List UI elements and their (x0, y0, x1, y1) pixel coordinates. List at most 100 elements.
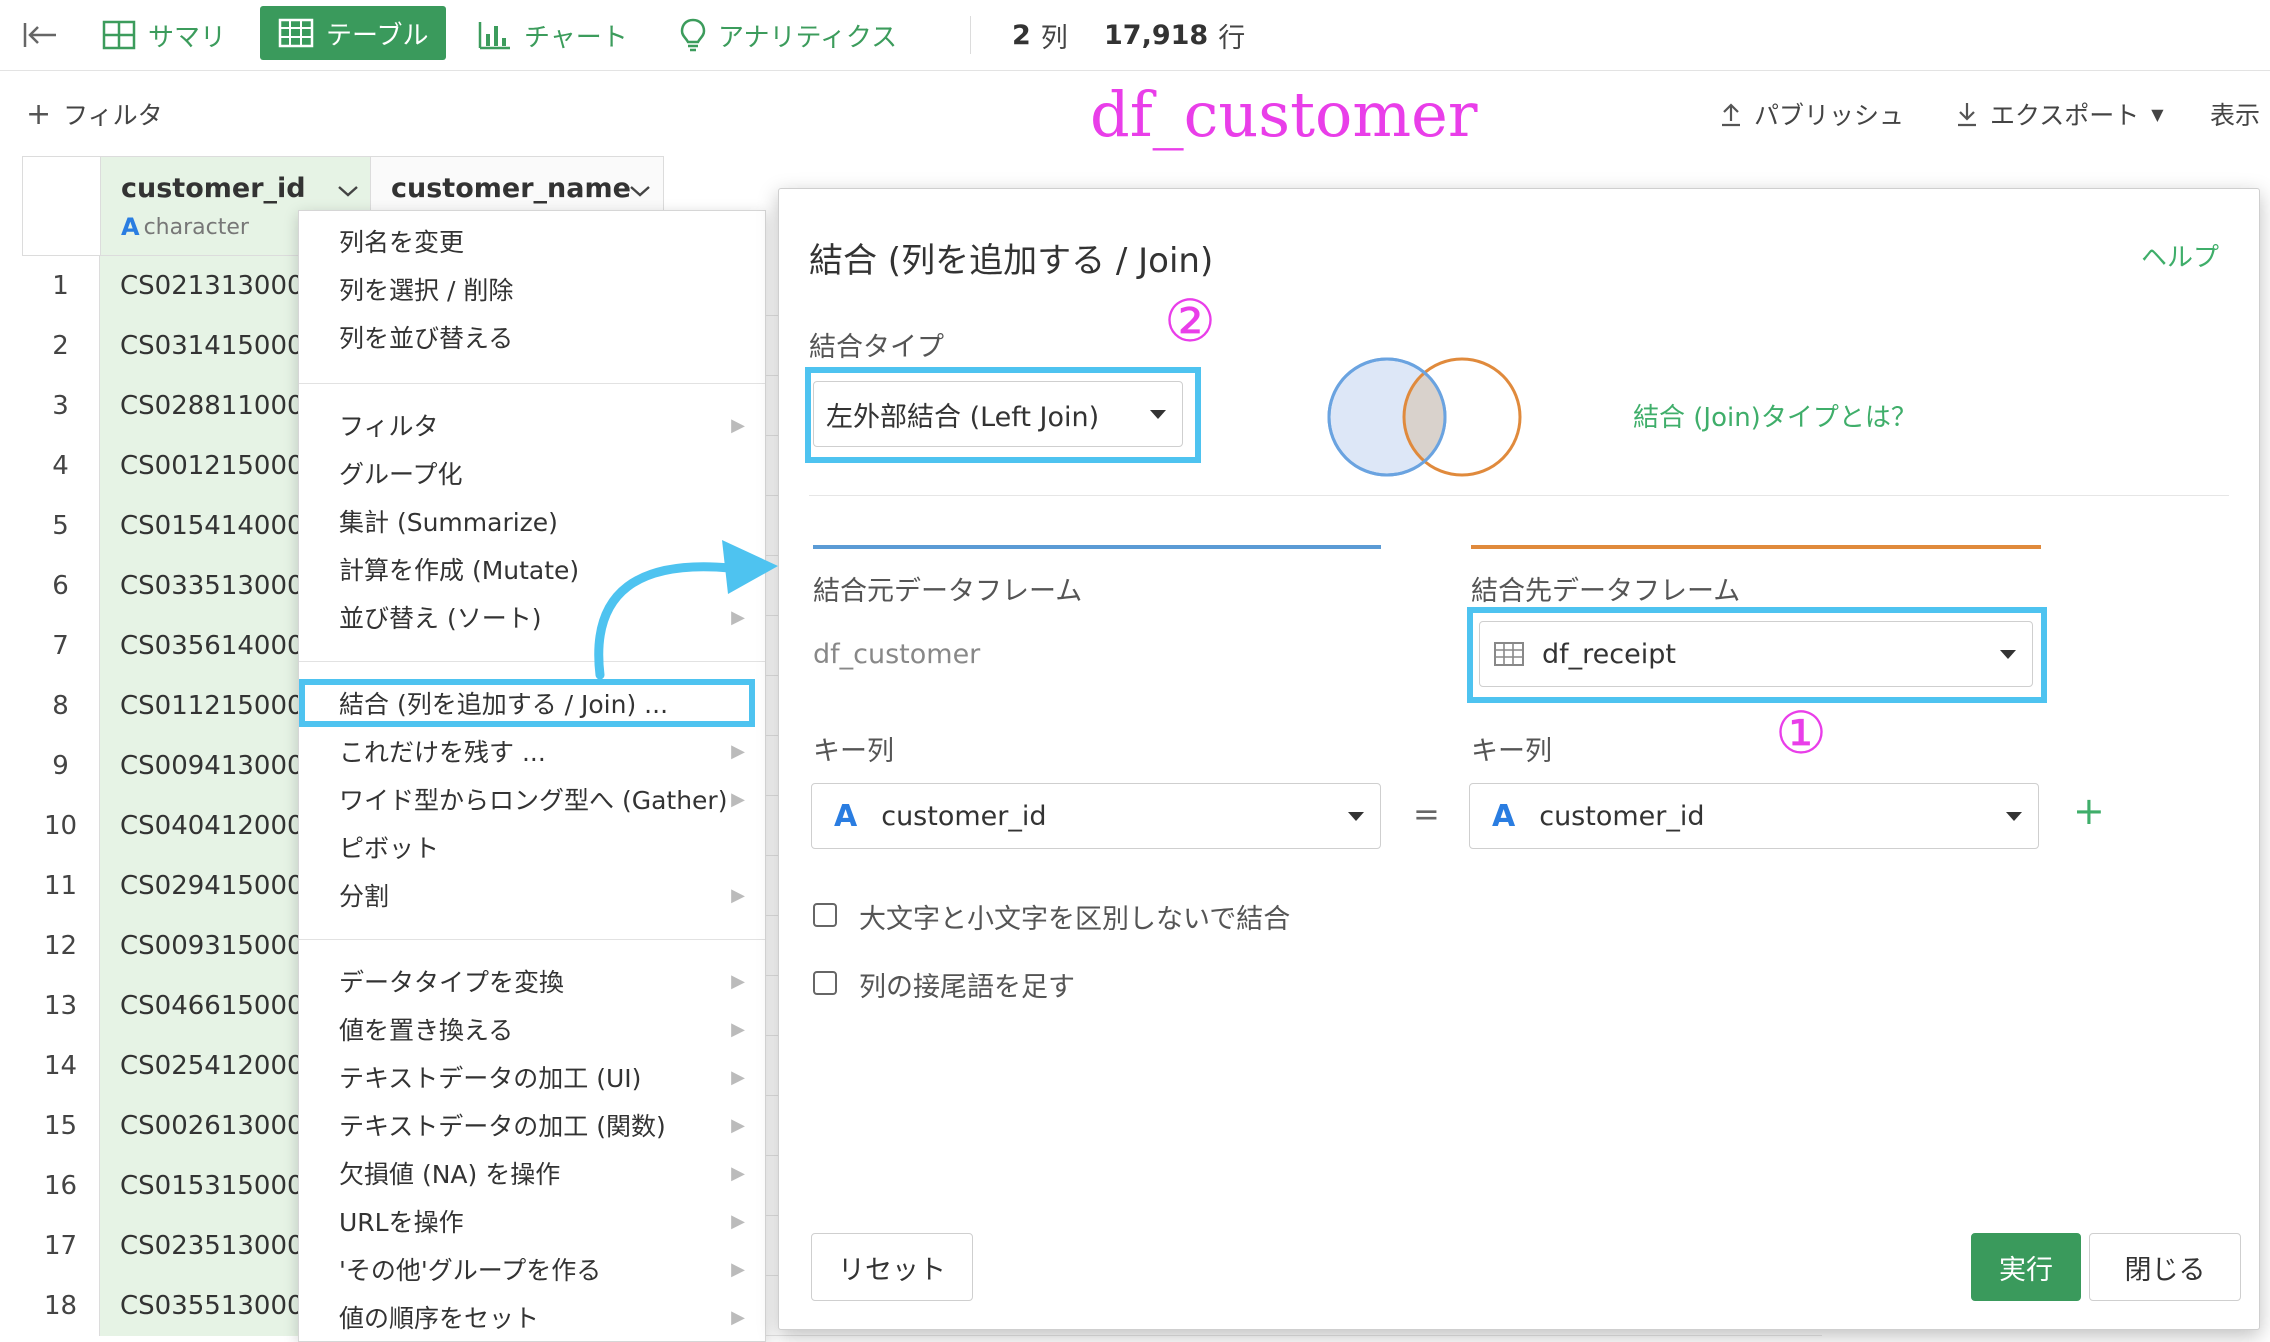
row-count-value: 17,918 (1104, 19, 1209, 51)
tab-table-label: テーブル (326, 20, 429, 51)
case-insensitive-checkbox[interactable] (813, 903, 837, 927)
row-number: 14 (22, 1036, 100, 1096)
column-count-unit: 列 (1040, 22, 1068, 54)
menu-item-label: 計算を作成 (Mutate) (339, 556, 580, 585)
menu-item-label: 列を選択 / 削除 (339, 276, 514, 305)
toolbar-divider (970, 16, 971, 54)
dialog-title: 結合 (列を追加する / Join) (809, 241, 1214, 281)
menu-divider (299, 383, 765, 384)
highlight-box-join-type (805, 367, 1201, 463)
tab-chart[interactable]: チャート (478, 0, 628, 70)
annotation-marker-1: ① (1775, 699, 1827, 767)
character-type-icon: A (834, 798, 858, 834)
target-dataframe-label: 結合先データフレーム (1471, 576, 1741, 607)
close-button[interactable]: 閉じる (2089, 1233, 2241, 1301)
menu-item[interactable]: フィルタ ▶ (299, 401, 765, 449)
row-count-unit: 行 (1218, 22, 1246, 54)
highlight-box-target (1467, 607, 2047, 703)
reset-button[interactable]: リセット (811, 1233, 973, 1301)
menu-item[interactable]: 'その他'グループを作る ▶ (299, 1245, 765, 1293)
table-icon (278, 18, 314, 48)
menu-item-label: これだけを残す ... (339, 738, 546, 767)
menu-item-label: URLを操作 (339, 1208, 464, 1237)
source-key-value: customer_id (881, 800, 1047, 832)
tab-table[interactable]: テーブル (260, 6, 447, 60)
submenu-arrow-icon: ▶ (731, 1306, 745, 1328)
menu-item-label: データタイプを変換 (339, 968, 565, 997)
tab-analytics-label: アナリティクス (718, 22, 898, 53)
column-type-label: character (143, 214, 249, 240)
row-number: 1 (22, 256, 100, 316)
submenu-arrow-icon: ▶ (731, 1066, 745, 1088)
submenu-arrow-icon: ▶ (731, 1018, 745, 1040)
menu-item[interactable]: 値を置き換える ▶ (299, 1005, 765, 1053)
export-button[interactable]: エクスポート ▼ (1956, 72, 2164, 156)
target-key-select[interactable]: A customer_id (1469, 783, 2039, 849)
row-number: 4 (22, 436, 100, 496)
chevron-down-icon[interactable] (337, 179, 359, 203)
menu-item[interactable]: 列を選択 / 削除 (299, 265, 765, 313)
submenu-arrow-icon: ▶ (731, 414, 745, 436)
menu-item[interactable]: テキストデータの加工 (関数) ▶ (299, 1101, 765, 1149)
submenu-arrow-icon: ▶ (731, 1162, 745, 1184)
display-menu-button[interactable]: 表示 (2210, 72, 2260, 156)
column-name: customer_name (391, 173, 631, 204)
publish-button[interactable]: パブリッシュ (1720, 72, 1904, 156)
collapse-sidebar-button[interactable] (22, 0, 58, 70)
row-number: 7 (22, 616, 100, 676)
column-type: A character (121, 213, 249, 241)
key-column-label-left: キー列 (813, 736, 894, 767)
submenu-arrow-icon: ▶ (731, 970, 745, 992)
row-number: 12 (22, 916, 100, 976)
export-label: エクスポート (1990, 101, 2140, 130)
row-number: 8 (22, 676, 100, 736)
menu-item[interactable]: 列を並び替える (299, 313, 765, 361)
equals-sign: = (1413, 795, 1440, 833)
row-number: 18 (22, 1276, 100, 1336)
chevron-down-icon[interactable] (629, 179, 651, 203)
lightbulb-icon (680, 18, 706, 52)
row-number: 10 (22, 796, 100, 856)
join-dialog: 結合 (列を追加する / Join) ヘルプ 結合タイプ ② 左外部結合 (Le… (778, 188, 2260, 1330)
submenu-arrow-icon: ▶ (731, 1210, 745, 1232)
menu-item-label: 集計 (Summarize) (339, 508, 558, 537)
menu-item-label: 欠損値 (NA) を操作 (339, 1160, 561, 1189)
run-button[interactable]: 実行 (1971, 1233, 2081, 1301)
tab-summary[interactable]: サマリ (102, 0, 226, 70)
submenu-arrow-icon: ▶ (731, 1258, 745, 1280)
menu-item-label: 列を並び替える (339, 324, 514, 353)
menu-item[interactable]: 分割 ▶ (299, 871, 765, 919)
key-column-label-right: キー列 (1471, 736, 1552, 767)
menu-item[interactable]: テキストデータの加工 (UI) ▶ (299, 1053, 765, 1101)
menu-item-label: テキストデータの加工 (関数) (339, 1112, 666, 1141)
menu-item[interactable]: 欠損値 (NA) を操作 ▶ (299, 1149, 765, 1197)
help-link[interactable]: ヘルプ (2141, 237, 2219, 274)
add-filter-button[interactable]: + フィルタ (26, 72, 163, 156)
menu-item[interactable]: これだけを残す ... ▶ (299, 727, 765, 775)
menu-item[interactable]: データタイプを変換 ▶ (299, 957, 765, 1005)
menu-item[interactable]: ピボット (299, 823, 765, 871)
source-key-select[interactable]: A customer_id (811, 783, 1381, 849)
tab-summary-label: サマリ (148, 22, 227, 53)
add-key-button[interactable]: + (2073, 789, 2105, 833)
column-name: customer_id (121, 173, 306, 204)
menu-item[interactable]: 列名を変更 (299, 217, 765, 265)
back-arrow-icon (23, 23, 56, 47)
source-dataframe-label: 結合元データフレーム (813, 576, 1083, 607)
menu-item[interactable]: グループ化 (299, 449, 765, 497)
menu-item[interactable]: ワイド型からロング型へ (Gather) ▶ (299, 775, 765, 823)
tab-analytics[interactable]: アナリティクス (680, 0, 897, 70)
join-type-help-link[interactable]: 結合 (Join)タイプとは？ (1633, 397, 1917, 434)
caret-down-icon: ▼ (2151, 104, 2164, 124)
annotation-dataframe-name: df_customer (1090, 77, 1478, 151)
menu-item[interactable]: URLを操作 ▶ (299, 1197, 765, 1245)
menu-item[interactable]: 値の順序をセット ▶ (299, 1293, 765, 1341)
submenu-arrow-icon: ▶ (731, 740, 745, 762)
row-number: 15 (22, 1096, 100, 1156)
case-insensitive-label: 大文字と小文字を区別しないで結合 (859, 904, 1291, 935)
suffix-checkbox[interactable] (813, 971, 837, 995)
menu-item-label: グループ化 (339, 460, 463, 489)
menu-item-label: 'その他'グループを作る (339, 1256, 602, 1285)
column-count-value: 2 (1012, 19, 1031, 51)
submenu-arrow-icon: ▶ (731, 884, 745, 906)
